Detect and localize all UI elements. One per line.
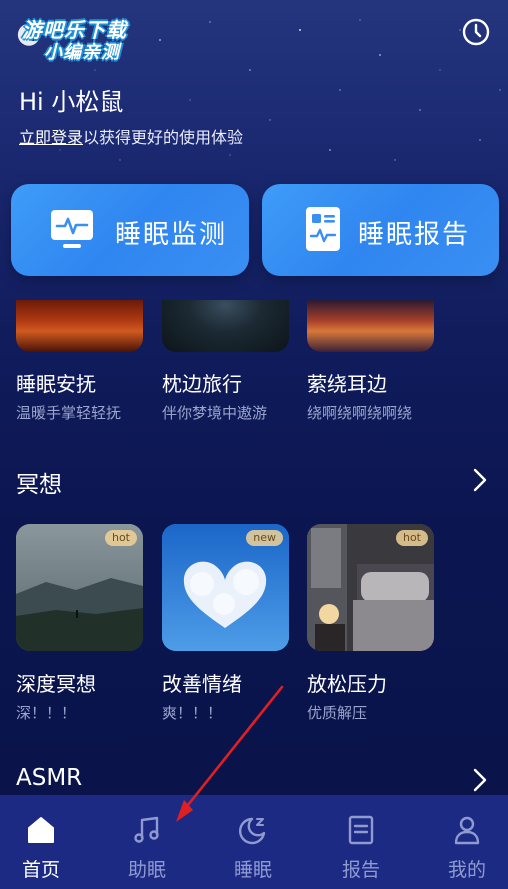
- bottom-tab-bar: 首页 助眠 睡眠 报告 我的: [0, 795, 508, 889]
- document-icon: [348, 815, 374, 845]
- around-ears-thumbnail[interactable]: [307, 300, 434, 352]
- tab-sleep-aid-label: 助眠: [127, 859, 166, 881]
- deep-meditation-subtitle: 深！！！: [16, 704, 77, 722]
- relieve-stress-title[interactable]: 放松压力: [307, 668, 387, 697]
- person-icon: [454, 816, 480, 845]
- tab-home-label: 首页: [21, 859, 60, 881]
- login-prompt: 立即登录以获得更好的使用体验: [19, 124, 243, 148]
- around-ears-subtitle: 绕啊绕啊绕啊绕: [307, 404, 413, 422]
- sleep-report-card[interactable]: 睡眠报告: [262, 184, 499, 276]
- sleep-soothe-title[interactable]: 睡眠安抚: [16, 368, 96, 397]
- relieve-stress-thumbnail[interactable]: hot: [307, 524, 434, 651]
- home-icon: [28, 817, 54, 843]
- hot-badge: hot: [395, 530, 428, 546]
- sleep-monitor-card[interactable]: 睡眠监测: [11, 184, 249, 276]
- tab-mine[interactable]: 我的: [417, 795, 508, 889]
- watermark-logo: 游吧乐下载 小编亲测: [16, 12, 151, 63]
- tab-mine-label: 我的: [447, 859, 486, 881]
- chevron-right-icon[interactable]: [468, 467, 490, 493]
- sleep-monitor-label: 睡眠监测: [115, 220, 228, 250]
- tab-sleep-label: 睡眠: [233, 859, 272, 881]
- report-pulse-icon: [306, 207, 340, 251]
- greeting-text: Hi 小松鼠: [19, 88, 124, 116]
- asmr-section-title: ASMR: [16, 765, 83, 791]
- home-screen: 游吧乐下载 小编亲测 Hi 小松鼠 立即登录以获得更好的使用体验 睡眠监测 睡眠…: [0, 0, 508, 889]
- tab-report[interactable]: 报告: [311, 795, 411, 889]
- hot-badge: hot: [104, 530, 137, 546]
- meditation-section-title: 冥想: [16, 472, 62, 498]
- login-prompt-text: 以获得更好的使用体验: [83, 128, 244, 147]
- moon-zz-icon: [239, 817, 266, 845]
- deep-meditation-title[interactable]: 深度冥想: [16, 668, 96, 697]
- tab-sleep[interactable]: 睡眠: [203, 795, 303, 889]
- monitor-pulse-icon: [51, 210, 93, 248]
- around-ears-title[interactable]: 萦绕耳边: [307, 368, 387, 397]
- clock-icon[interactable]: [460, 16, 492, 48]
- relieve-stress-subtitle: 优质解压: [307, 704, 368, 722]
- pillow-travel-subtitle: 伴你梦境中遨游: [162, 404, 268, 422]
- tab-home[interactable]: 首页: [0, 795, 91, 889]
- sleep-soothe-subtitle: 温暖手掌轻轻抚: [16, 404, 122, 422]
- improve-mood-title[interactable]: 改善情绪: [162, 668, 242, 697]
- pillow-travel-title[interactable]: 枕边旅行: [162, 368, 242, 397]
- watermark-line2: 小编亲测: [44, 42, 120, 63]
- sleep-report-label: 睡眠报告: [358, 220, 471, 250]
- login-link[interactable]: 立即登录: [19, 128, 83, 147]
- tab-sleep-aid[interactable]: 助眠: [97, 795, 197, 889]
- new-badge: new: [246, 530, 283, 546]
- improve-mood-thumbnail[interactable]: new: [162, 524, 289, 651]
- pillow-travel-thumbnail[interactable]: [162, 300, 289, 352]
- chevron-right-icon[interactable]: [468, 767, 490, 793]
- improve-mood-subtitle: 爽！！！: [162, 704, 223, 722]
- music-note-icon: [134, 816, 159, 843]
- deep-meditation-thumbnail[interactable]: hot: [16, 524, 143, 651]
- sleep-soothe-thumbnail[interactable]: [16, 300, 143, 352]
- tab-report-label: 报告: [341, 859, 380, 881]
